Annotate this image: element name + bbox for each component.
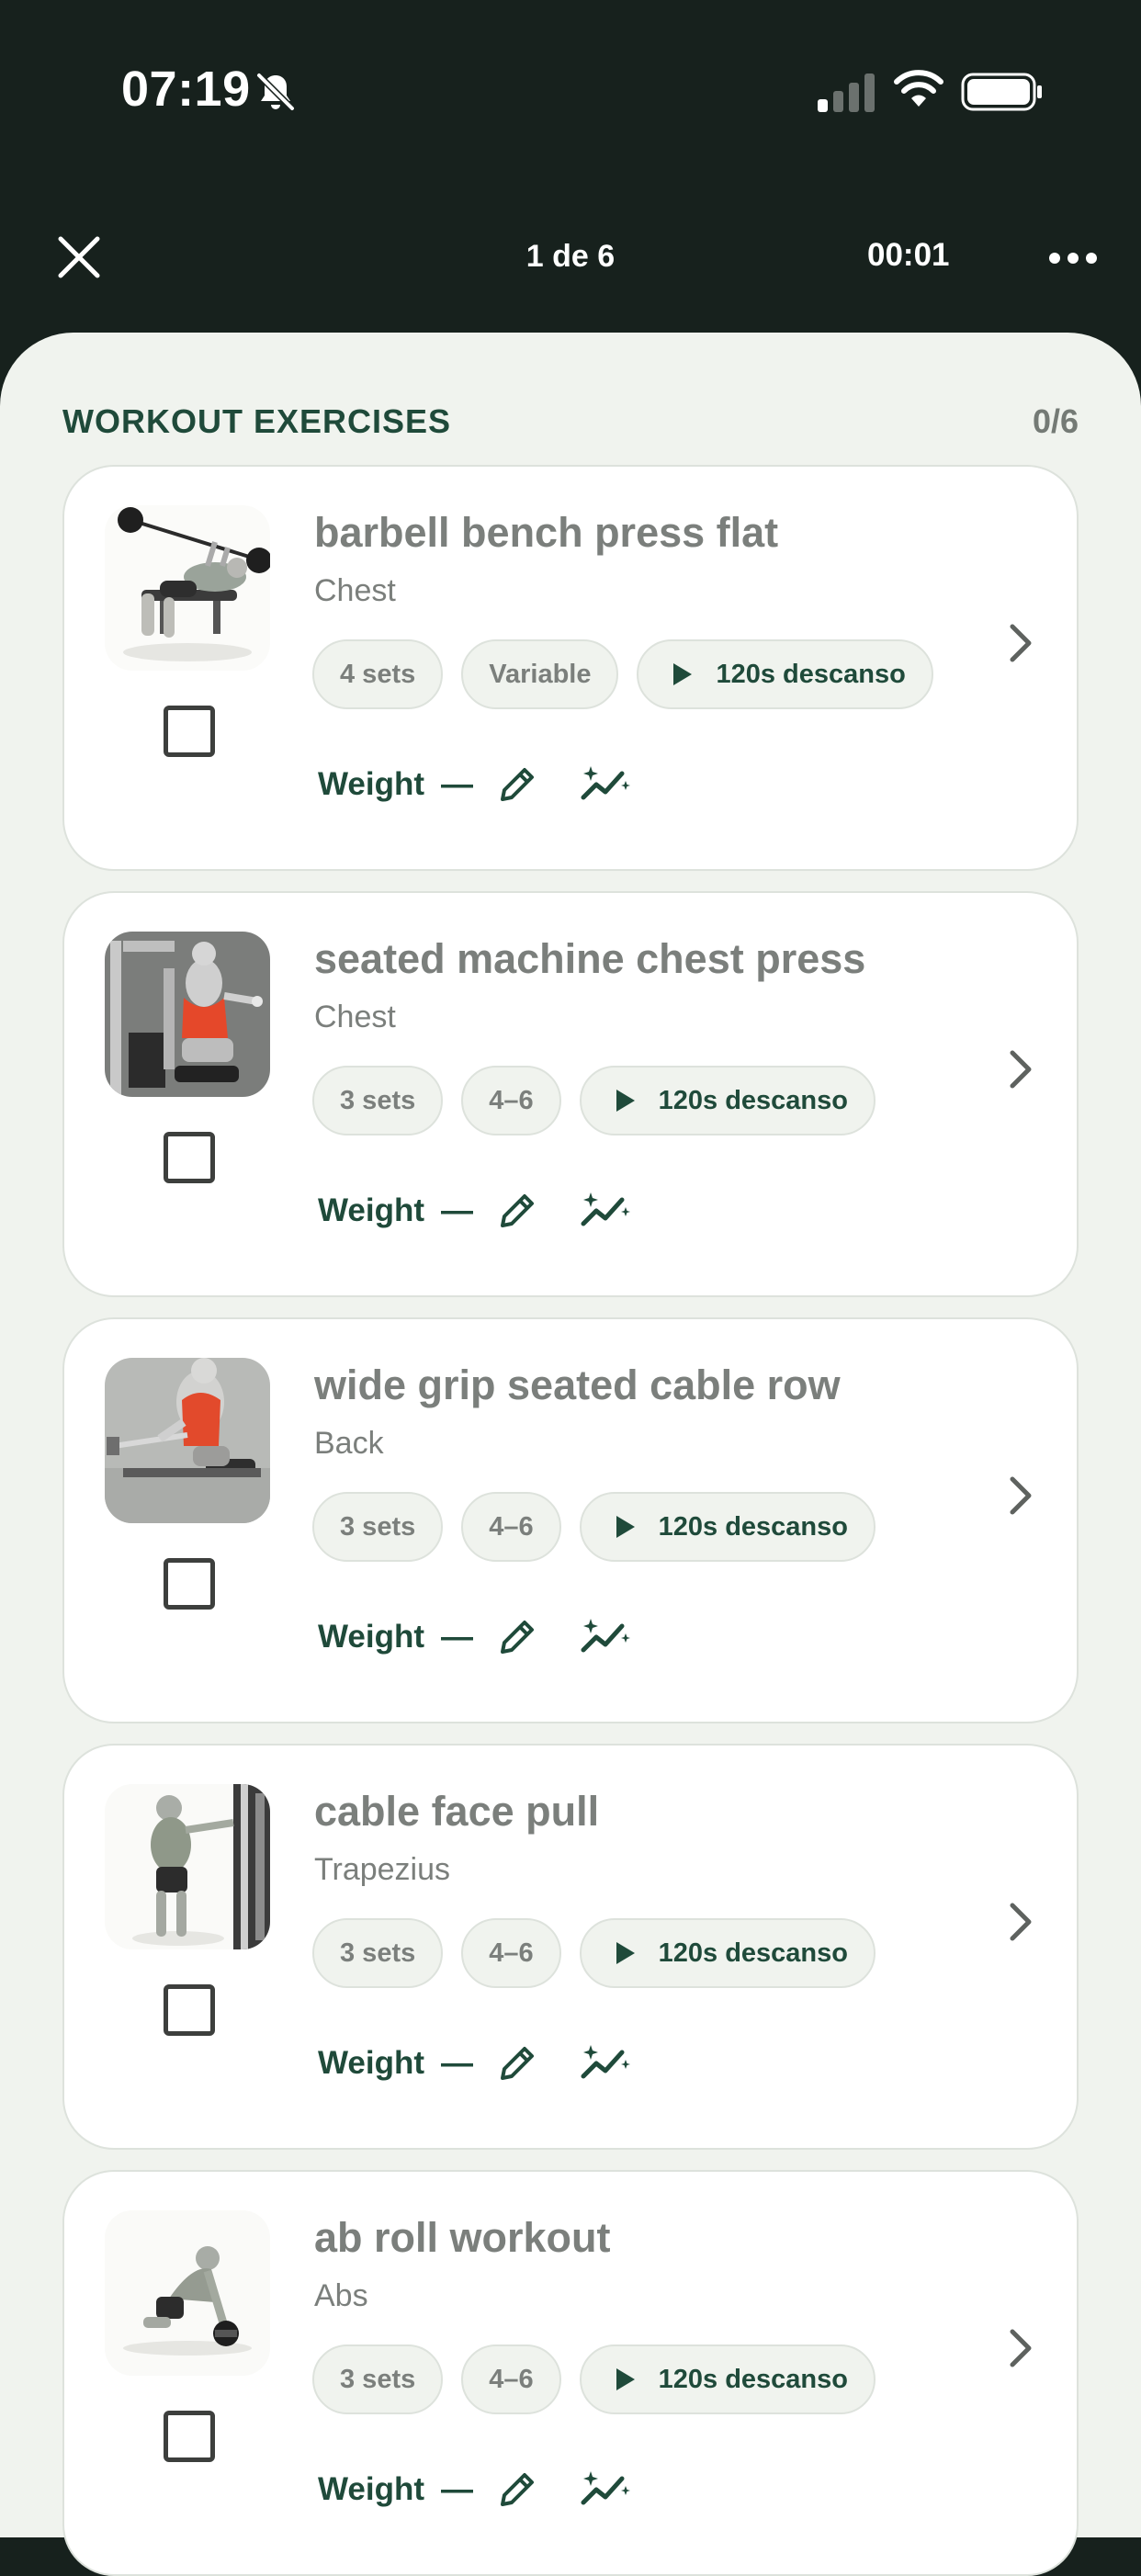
weight-row: Weight — [318,2041,633,2085]
exercise-name: cable face pull [314,1788,600,1835]
play-icon [616,2368,635,2390]
reps-chip: 4–6 [461,1492,561,1562]
trend-sparkle-icon[interactable] [580,1189,633,1233]
sets-chip: 3 sets [312,1492,444,1562]
chevron-right-icon[interactable] [1003,2322,1040,2374]
exercise-chips: 3 sets 4–6 120s descanso [312,1492,876,1562]
more-options-icon[interactable] [1045,235,1101,281]
exercise-chips: 3 sets 4–6 120s descanso [312,1066,876,1135]
reps-chip: 4–6 [461,1066,561,1135]
rest-timer-chip[interactable]: 120s descanso [579,1492,876,1562]
weight-row: Weight — [318,763,633,807]
exercise-checkbox[interactable] [164,1558,215,1610]
reps-chip: 4–6 [461,1918,561,1988]
section-title: WORKOUT EXERCISES [62,402,452,440]
play-icon [616,1516,635,1538]
weight-row: Weight — [318,1615,633,1659]
weight-row: Weight — [318,1189,633,1233]
weight-label: Weight [318,2045,425,2081]
exercise-thumbnail [105,2210,270,2376]
weight-row: Weight — [318,2468,633,2512]
exercise-muscle: Chest [314,573,396,608]
exercise-checkbox[interactable] [164,706,215,757]
exercise-name: ab roll workout [314,2214,611,2261]
pencil-icon[interactable] [495,1189,539,1233]
trend-sparkle-icon[interactable] [580,1615,633,1659]
pencil-icon[interactable] [495,2041,539,2085]
trend-sparkle-icon[interactable] [580,2041,633,2085]
exercise-card[interactable]: barbell bench press flat Chest 4 sets Va… [62,465,1079,871]
exercise-name: barbell bench press flat [314,509,779,556]
chevron-right-icon[interactable] [1003,1470,1040,1521]
pencil-icon[interactable] [495,763,539,807]
exercise-name: wide grip seated cable row [314,1361,841,1408]
rest-label: 120s descanso [658,2364,848,2394]
weight-value: — [441,2045,474,2081]
rest-timer-chip[interactable]: 120s descanso [579,2344,876,2414]
weight-label: Weight [318,2471,425,2507]
weight-value: — [441,1192,474,1228]
weight-value: — [441,766,474,802]
exercise-name: seated machine chest press [314,935,866,982]
chevron-right-icon[interactable] [1003,1044,1040,1095]
bell-slash-icon [256,73,295,111]
rest-timer-chip[interactable]: 120s descanso [579,1066,876,1135]
exercise-sheet: WORKOUT EXERCISES 0/6 barbell bench pres… [0,333,1141,2576]
rest-label: 120s descanso [658,1511,848,1542]
workout-top-nav: 1 de 6 00:01 [0,211,1141,299]
exercise-chips: 3 sets 4–6 120s descanso [312,2344,876,2414]
exercise-thumbnail [105,1358,270,1523]
exercise-muscle: Trapezius [314,1852,451,1887]
status-time: 07:19 [121,62,251,117]
play-icon [673,663,693,685]
exercise-card[interactable]: seated machine chest press Chest 3 sets … [62,891,1079,1297]
sets-chip: 3 sets [312,1918,444,1988]
exercise-progress: 1 de 6 [525,239,616,274]
exercise-card[interactable]: cable face pull Trapezius 3 sets 4–6 120… [62,1744,1079,2150]
weight-value: — [441,2471,474,2507]
exercise-checkbox[interactable] [164,2411,215,2462]
play-icon [616,1090,635,1112]
rest-label: 120s descanso [716,659,906,689]
reps-chip: 4–6 [461,2344,561,2414]
rest-timer-chip[interactable]: 120s descanso [579,1918,876,1988]
exercise-checkbox[interactable] [164,1984,215,2036]
play-icon [616,1942,635,1964]
exercise-thumbnail [105,932,270,1097]
weight-label: Weight [318,766,425,802]
exercise-checkbox[interactable] [164,1132,215,1183]
pencil-icon[interactable] [495,2468,539,2512]
trend-sparkle-icon[interactable] [580,2468,633,2512]
exercise-muscle: Abs [314,2278,368,2313]
battery-icon [961,73,1042,111]
sets-chip: 4 sets [312,639,444,709]
weight-label: Weight [318,1619,425,1655]
exercise-card[interactable]: wide grip seated cable row Back 3 sets 4… [62,1317,1079,1723]
reps-chip: Variable [461,639,619,709]
rest-timer-chip[interactable]: 120s descanso [637,639,933,709]
rest-label: 120s descanso [658,1085,848,1115]
completed-count: 0/6 [1032,402,1079,440]
weight-value: — [441,1619,474,1655]
exercise-thumbnail [105,1784,270,1949]
workout-timer: 00:01 [867,237,950,273]
exercise-chips: 4 sets Variable 120s descanso [312,639,933,709]
pencil-icon[interactable] [495,1615,539,1659]
exercise-thumbnail [105,505,270,671]
status-bar: 07:19 [0,0,1141,184]
exercise-chips: 3 sets 4–6 120s descanso [312,1918,876,1988]
exercise-muscle: Back [314,1426,384,1461]
trend-sparkle-icon[interactable] [580,763,633,807]
chevron-right-icon[interactable] [1003,1896,1040,1948]
weight-label: Weight [318,1192,425,1228]
chevron-right-icon[interactable] [1003,617,1040,669]
exercise-muscle: Chest [314,1000,396,1034]
cellular-signal-icon [818,73,875,112]
exercise-card[interactable]: ab roll workout Abs 3 sets 4–6 120s desc… [62,2170,1079,2576]
rest-label: 120s descanso [658,1938,848,1968]
sets-chip: 3 sets [312,1066,444,1135]
wifi-icon [894,70,943,107]
sets-chip: 3 sets [312,2344,444,2414]
